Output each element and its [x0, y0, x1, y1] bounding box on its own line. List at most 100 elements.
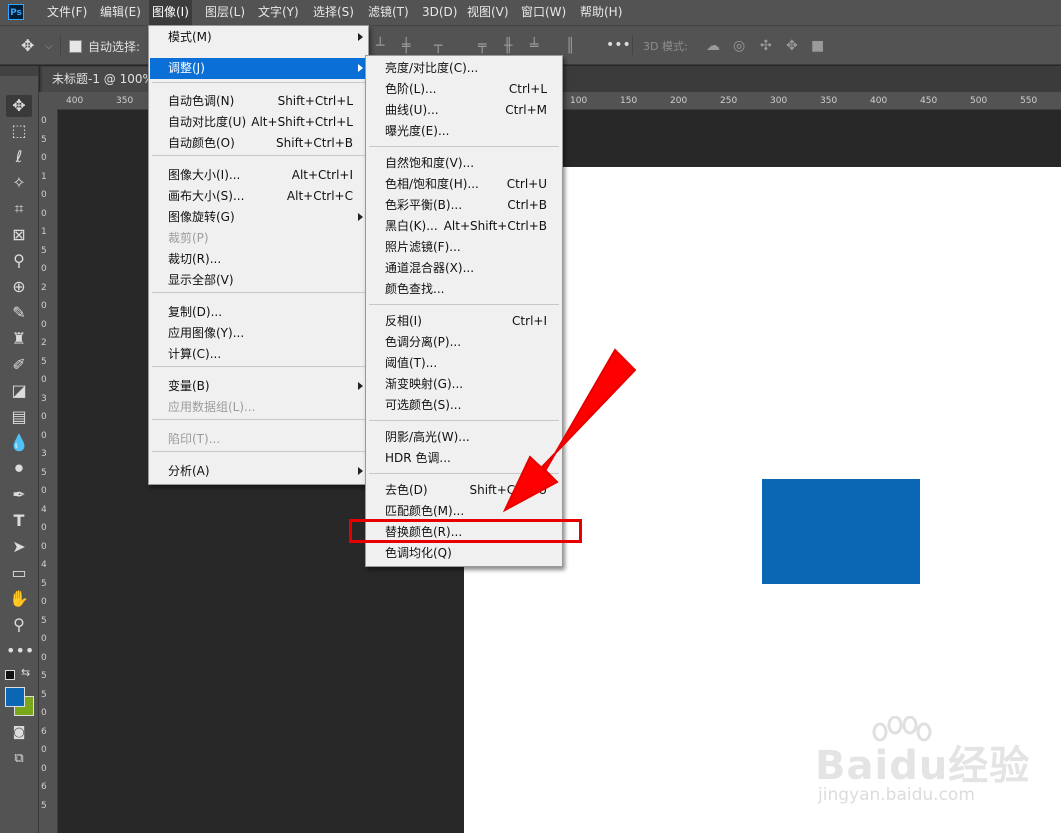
adjustments-menu-item[interactable]: 通道混合器(X)... — [367, 258, 561, 279]
rectangle-tool-icon[interactable]: ▭ — [6, 562, 32, 584]
3d-slide-icon[interactable]: ✥ — [786, 38, 798, 54]
screen-mode-icon[interactable]: ⧉ — [6, 748, 32, 770]
adjustments-menu-item[interactable]: 亮度/对比度(C)... — [367, 58, 561, 79]
menu-item-shortcut: Alt+Shift+Ctrl+B — [443, 219, 547, 233]
hand-tool-icon[interactable]: ✋ — [6, 588, 32, 610]
clone-stamp-tool-icon[interactable]: ♜ — [6, 328, 32, 350]
image-menu-item[interactable]: 画布大小(S)... Alt+Ctrl+C — [150, 186, 367, 207]
image-menu-item[interactable]: 自动色调(N) Shift+Ctrl+L — [150, 91, 367, 112]
auto-align-icon[interactable]: ║ — [566, 38, 574, 54]
align-bottom-icon[interactable]: ┬ — [434, 38, 442, 54]
dodge-tool-icon[interactable]: ⚫ — [6, 458, 32, 480]
adjustments-menu-item[interactable]: 黑白(K)... Alt+Shift+Ctrl+B — [367, 216, 561, 237]
document-tab[interactable]: 未标题-1 @ 100% — [42, 67, 149, 92]
image-menu-item[interactable]: 显示全部(V) — [150, 270, 367, 291]
distribute-vcenter-icon[interactable]: ╫ — [504, 38, 512, 54]
menu-help[interactable]: 帮助(H) — [577, 0, 625, 25]
lasso-tool-icon[interactable]: ℓ — [6, 146, 32, 168]
adjustments-menu-item[interactable]: 反相(I) Ctrl+I — [367, 311, 561, 332]
blue-rectangle-shape[interactable] — [762, 479, 920, 584]
history-brush-tool-icon[interactable]: ✐ — [6, 354, 32, 376]
menu-file[interactable]: 文件(F) — [44, 0, 90, 25]
menu-select[interactable]: 选择(S) — [310, 0, 357, 25]
path-selection-tool-icon[interactable]: ➤ — [6, 536, 32, 558]
more-options-button[interactable]: ••• — [606, 37, 631, 53]
image-menu-item[interactable]: 模式(M) — [150, 27, 367, 48]
menu-layer[interactable]: 图层(L) — [202, 0, 248, 25]
adjustments-menu-item[interactable]: 色调均化(Q) — [367, 543, 561, 564]
adjustments-menu-item[interactable]: 曝光度(E)... — [367, 121, 561, 142]
adjustments-menu-item[interactable]: 颜色查找... — [367, 279, 561, 300]
3d-scale-icon[interactable]: ■ — [811, 38, 824, 54]
align-top-icon[interactable]: ┴ — [376, 38, 384, 54]
ruler-origin[interactable] — [39, 92, 57, 109]
menu-item-shortcut: Alt+Ctrl+I — [291, 168, 353, 182]
marquee-tool-icon[interactable]: ⬚ — [6, 120, 32, 142]
menu-item-label: 自然饱和度(V)... — [385, 156, 475, 170]
adjustments-menu-item[interactable]: 曲线(U)... Ctrl+M — [367, 100, 561, 121]
ruler-tick-label: 500 — [970, 96, 988, 106]
ruler-tick-label: 6 — [41, 782, 47, 792]
distribute-bottom-icon[interactable]: ╧ — [530, 38, 538, 54]
eraser-tool-icon[interactable]: ◪ — [6, 380, 32, 402]
image-menu-item[interactable]: 调整(J) — [150, 58, 367, 79]
red-arrow-shape — [502, 348, 637, 513]
align-vcenter-icon[interactable]: ╪ — [402, 38, 410, 54]
edit-toolbar-icon[interactable]: ••• — [6, 640, 34, 662]
pen-tool-icon[interactable]: ✒ — [6, 484, 32, 506]
menu-item-shortcut: Ctrl+M — [505, 103, 547, 117]
menu-view[interactable]: 视图(V) — [464, 0, 512, 25]
type-tool-icon[interactable]: T — [6, 510, 32, 532]
blur-tool-icon[interactable]: 💧 — [6, 432, 32, 454]
image-menu-item[interactable]: 复制(D)... — [150, 302, 367, 323]
adjustments-menu-item[interactable]: 色相/饱和度(H)... Ctrl+U — [367, 174, 561, 195]
3d-pan-icon[interactable]: ✣ — [760, 38, 772, 54]
adjustments-menu-item[interactable]: 色彩平衡(B)... Ctrl+B — [367, 195, 561, 216]
menu-item-label: 自动对比度(U) — [168, 115, 247, 129]
crop-tool-icon[interactable]: ⌗ — [6, 198, 32, 220]
image-menu-item[interactable]: 裁切(R)... — [150, 249, 367, 270]
image-menu-item[interactable]: 计算(C)... — [150, 344, 367, 365]
zoom-tool-icon[interactable]: ⚲ — [6, 614, 32, 636]
menu-filter[interactable]: 滤镜(T) — [365, 0, 412, 25]
ruler-tick-label: 0 — [41, 597, 47, 607]
healing-brush-tool-icon[interactable]: ⊕ — [6, 276, 32, 298]
quick-mask-icon[interactable]: ◙ — [6, 722, 32, 744]
ruler-tick-label: 0 — [41, 264, 47, 274]
chevron-down-icon[interactable]: ⌵ — [45, 39, 53, 55]
image-menu-item[interactable]: 图像大小(I)... Alt+Ctrl+I — [150, 165, 367, 186]
menu-item-label: 色阶(L)... — [385, 82, 437, 96]
image-menu-item[interactable]: 自动对比度(U) Alt+Shift+Ctrl+L — [150, 112, 367, 133]
menu-window[interactable]: 窗口(W) — [518, 0, 569, 25]
distribute-top-icon[interactable]: ╤ — [478, 38, 486, 54]
image-menu-item[interactable]: 应用图像(Y)... — [150, 323, 367, 344]
3d-orbit-icon[interactable]: ☁ — [706, 38, 720, 54]
3d-roll-icon[interactable]: ◎ — [733, 38, 745, 54]
menu-separator — [152, 82, 365, 83]
ruler-tick-label: 6 — [41, 726, 47, 737]
brush-tool-icon[interactable]: ✎ — [6, 302, 32, 324]
move-tool-icon[interactable]: ✥ — [6, 95, 32, 117]
image-menu-item[interactable]: 图像旋转(G) — [150, 207, 367, 228]
image-menu-item[interactable]: 自动颜色(O) Shift+Ctrl+B — [150, 133, 367, 154]
adjustments-menu-item[interactable]: 自然饱和度(V)... — [367, 153, 561, 174]
adjustments-menu-item[interactable]: 色阶(L)... Ctrl+L — [367, 79, 561, 100]
menu-type[interactable]: 文字(Y) — [255, 0, 302, 25]
default-colors-icon[interactable] — [5, 670, 15, 680]
swap-colors-icon[interactable]: ⇆ — [21, 666, 30, 679]
menu-3d[interactable]: 3D(D) — [419, 0, 460, 25]
image-menu-item[interactable]: 变量(B) — [150, 376, 367, 397]
image-menu-item: 应用数据组(L)... — [150, 397, 367, 418]
foreground-color-swatch[interactable] — [5, 687, 25, 707]
eyedropper-tool-icon[interactable]: ⚲ — [6, 250, 32, 272]
adjustments-menu-item[interactable]: 照片滤镜(F)... — [367, 237, 561, 258]
gradient-tool-icon[interactable]: ▤ — [6, 406, 32, 428]
auto-select-checkbox[interactable] — [69, 40, 82, 53]
menu-separator — [369, 304, 559, 305]
frame-tool-icon[interactable]: ⊠ — [6, 224, 32, 246]
menu-image[interactable]: 图像(I) — [149, 0, 192, 25]
magic-wand-tool-icon[interactable]: ✧ — [6, 172, 32, 194]
image-menu-item[interactable]: 分析(A) — [150, 461, 367, 482]
move-tool-preset-icon[interactable]: ✥ — [21, 38, 34, 54]
menu-edit[interactable]: 编辑(E) — [97, 0, 144, 25]
